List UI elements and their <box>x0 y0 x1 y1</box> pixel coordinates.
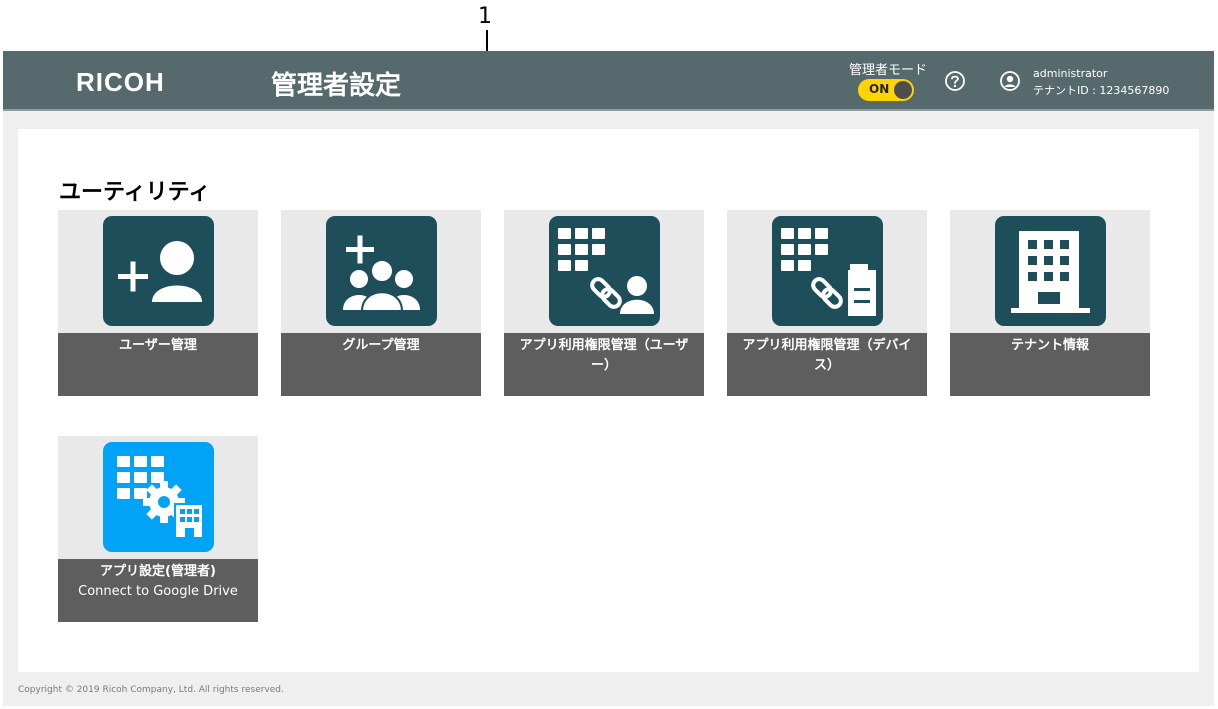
main-panel: ユーティリティ ユーザー管理 グループ管理 アプリ利用権限管理（ユーザー） アプ… <box>18 129 1199 672</box>
tile-label: グループ管理 <box>342 338 420 353</box>
tile-label: アプリ設定(管理者) <box>100 564 216 579</box>
callout-number: 1 <box>478 4 492 29</box>
tile-label-area: ユーザー管理 <box>58 333 258 396</box>
toggle-knob <box>894 81 912 99</box>
tile-group-management[interactable]: グループ管理 <box>281 210 481 396</box>
app-settings-icon <box>103 442 214 552</box>
admin-mode-toggle[interactable]: ON <box>858 79 914 101</box>
tile-label: アプリ利用権限管理（ユーザー） <box>519 338 689 373</box>
section-title: ユーティリティ <box>59 180 211 205</box>
tile-tenant-info[interactable]: テナント情報 <box>950 210 1150 396</box>
app-window: RICOH 管理者設定 管理者モード ON administrator テナント… <box>3 51 1214 706</box>
tile-label-area: アプリ利用権限管理（デバイス） <box>727 333 927 396</box>
tenant-id: テナントID : 1234567890 <box>1033 84 1170 97</box>
user-name[interactable]: administrator <box>1033 67 1107 80</box>
add-user-icon <box>103 216 214 326</box>
tile-sublabel: Connect to Google Drive <box>78 584 238 599</box>
ricoh-logo: RICOH <box>76 67 165 97</box>
tile-label: アプリ利用権限管理（デバイス） <box>742 338 912 373</box>
copyright-footer: Copyright © 2019 Ricoh Company, Ltd. All… <box>18 685 284 695</box>
building-icon <box>995 216 1106 326</box>
page-title: 管理者設定 <box>271 71 402 101</box>
admin-mode-label: 管理者モード <box>849 63 928 78</box>
tile-app-settings[interactable]: アプリ設定(管理者) Connect to Google Drive <box>58 436 258 622</box>
add-group-icon <box>326 216 437 326</box>
tile-app-permission-device[interactable]: アプリ利用権限管理（デバイス） <box>727 210 927 396</box>
tile-label: テナント情報 <box>1010 338 1089 353</box>
tile-label-area: グループ管理 <box>281 333 481 396</box>
tile-app-permission-user[interactable]: アプリ利用権限管理（ユーザー） <box>504 210 704 396</box>
tile-user-management[interactable]: ユーザー管理 <box>58 210 258 396</box>
tile-label: ユーザー管理 <box>119 338 197 353</box>
help-icon[interactable] <box>944 70 966 92</box>
tile-label-area: アプリ設定(管理者) Connect to Google Drive <box>58 559 258 622</box>
tile-label-area: アプリ利用権限管理（ユーザー） <box>504 333 704 396</box>
app-device-permission-icon <box>772 216 883 326</box>
user-account-icon[interactable] <box>999 70 1021 92</box>
app-user-permission-icon <box>549 216 660 326</box>
header: RICOH 管理者設定 管理者モード ON administrator テナント… <box>3 51 1214 111</box>
admin-mode-toggle-text: ON <box>869 82 890 96</box>
tile-label-area: テナント情報 <box>950 333 1150 396</box>
